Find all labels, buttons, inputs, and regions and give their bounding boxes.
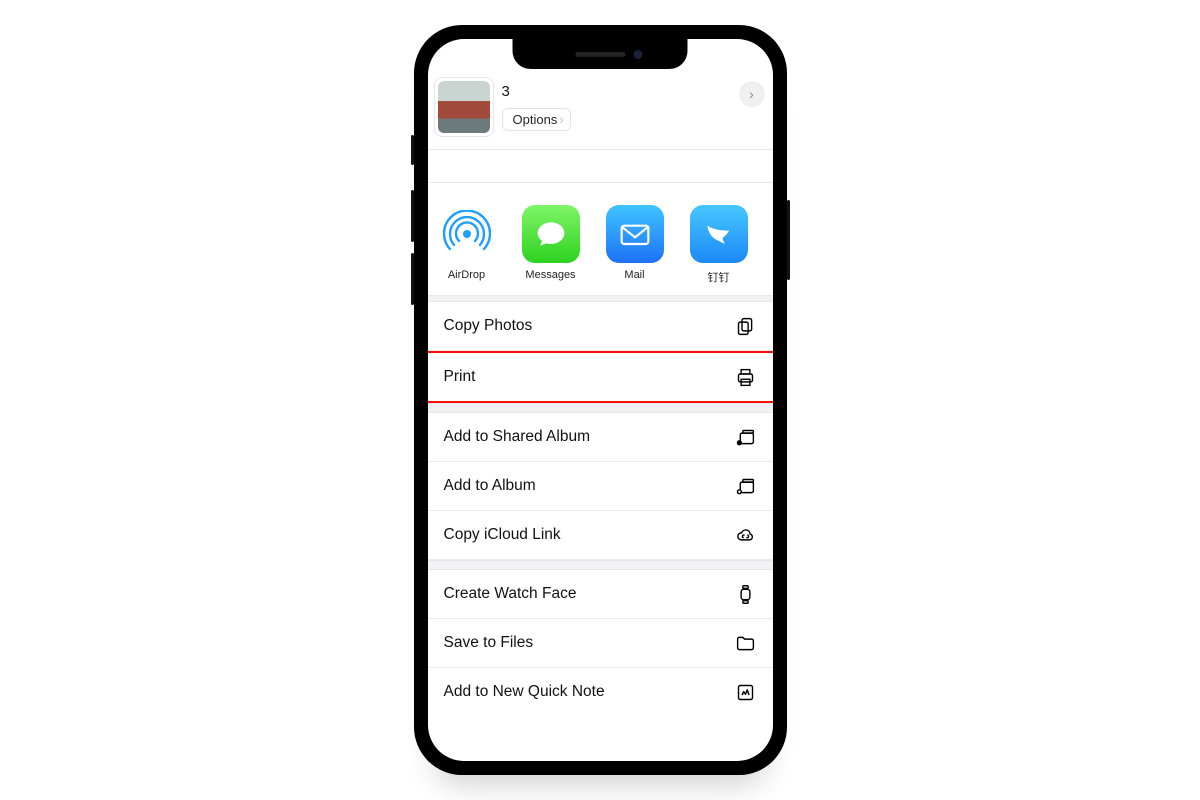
cloud-link-icon [735,524,757,546]
quick-note-icon [735,681,757,703]
dingtalk-icon [690,205,748,263]
share-app-messages[interactable]: Messages [522,205,580,285]
options-label: Options [513,112,558,127]
photo-thumbnail[interactable] [438,81,490,133]
share-app-airdrop[interactable]: AirDrop [438,205,496,285]
share-sheet: 3 Options › › AirDrop [428,39,773,761]
share-header: 3 Options › › [428,75,773,149]
selection-count: 3 [502,83,763,100]
share-apps-row: AirDrop Messages Mail [428,183,773,295]
printer-icon [735,366,757,388]
action-copy-photos[interactable]: Copy Photos [428,302,773,351]
action-label: Add to New Quick Note [444,683,605,701]
power-button [787,200,790,280]
section-divider [428,403,773,413]
shared-album-icon [735,426,757,448]
share-app-dingtalk[interactable]: 钉钉 [690,205,748,285]
section-divider [428,295,773,302]
volume-down-button [411,253,414,305]
copy-icon [735,315,757,337]
screen: 3 Options › › AirDrop [428,39,773,761]
close-chevron-button[interactable]: › [739,81,765,107]
front-camera [634,50,643,59]
watch-icon [735,583,757,605]
mute-switch [411,135,414,165]
speaker-grille [575,52,625,57]
app-label: Mail [624,269,644,281]
options-button[interactable]: Options › [502,108,571,131]
app-label: Messages [525,269,575,281]
action-label: Print [444,368,476,386]
action-label: Copy Photos [444,317,533,335]
volume-up-button [411,190,414,242]
action-label: Add to Album [444,477,536,495]
action-label: Create Watch Face [444,585,577,603]
action-label: Save to Files [444,634,534,652]
app-label: 钉钉 [708,269,730,285]
action-add-quick-note[interactable]: Add to New Quick Note [428,668,773,716]
action-label: Add to Shared Album [444,428,591,446]
action-print[interactable]: Print [428,353,773,401]
phone-mockup: 3 Options › › AirDrop [414,25,787,775]
section-divider [428,560,773,570]
action-copy-icloud-link[interactable]: Copy iCloud Link [428,511,773,560]
chevron-right-icon: › [749,86,754,102]
folder-icon [735,632,757,654]
notch [513,39,688,69]
action-add-shared-album[interactable]: Add to Shared Album [428,413,773,462]
action-create-watch-face[interactable]: Create Watch Face [428,570,773,619]
action-save-to-files[interactable]: Save to Files [428,619,773,668]
share-app-mail[interactable]: Mail [606,205,664,285]
messages-icon [522,205,580,263]
action-add-album[interactable]: Add to Album [428,462,773,511]
mail-icon [606,205,664,263]
app-label: AirDrop [448,269,485,281]
action-label: Copy iCloud Link [444,526,561,544]
album-add-icon [735,475,757,497]
chevron-right-icon: › [559,112,563,127]
airdrop-icon [438,205,496,263]
